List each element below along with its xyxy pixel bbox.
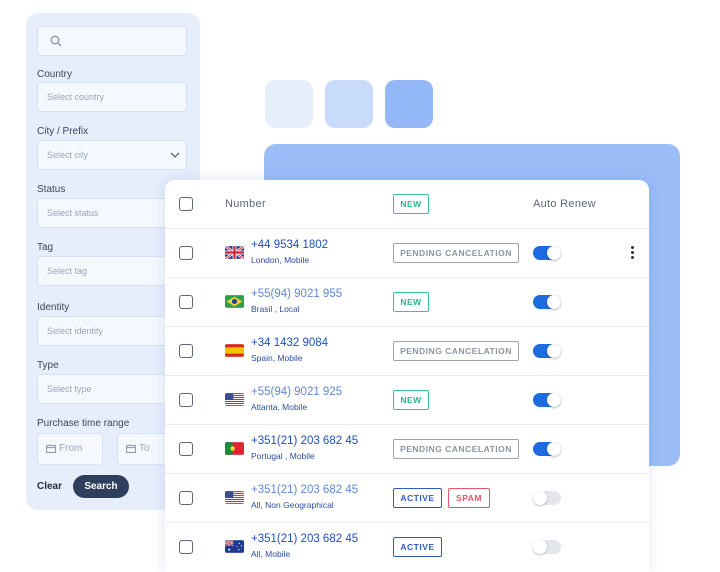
decor-square-light bbox=[265, 80, 313, 128]
flag-uk-icon bbox=[225, 246, 244, 259]
table-row: +55(94) 9021 955 Brasil , Local NEW bbox=[165, 278, 649, 327]
select-all-checkbox[interactable] bbox=[179, 197, 193, 211]
city-select[interactable]: Select city bbox=[37, 140, 187, 170]
row-checkbox[interactable] bbox=[179, 540, 193, 554]
table-row: +351(21) 203 682 45 All, Non Geographical… bbox=[165, 474, 649, 523]
flag-us-icon bbox=[225, 393, 244, 406]
row-checkbox[interactable] bbox=[179, 442, 193, 456]
status-badge-pending: PENDING CANCELATION bbox=[393, 243, 519, 263]
toggle-knob bbox=[547, 344, 561, 358]
phone-number[interactable]: +351(21) 203 682 45 bbox=[251, 533, 358, 545]
auto-renew-toggle[interactable] bbox=[533, 491, 561, 505]
number-location: Portugal , Mobile bbox=[251, 451, 315, 461]
clear-button[interactable]: Clear bbox=[37, 481, 62, 492]
toggle-knob bbox=[547, 393, 561, 407]
country-select[interactable]: Select country bbox=[37, 82, 187, 112]
toggle-knob bbox=[533, 540, 547, 554]
row-checkbox[interactable] bbox=[179, 246, 193, 260]
numbers-table: Number NEW Auto Renew +44 9534 1802 Londo… bbox=[165, 180, 649, 572]
flag-es-icon bbox=[225, 344, 244, 357]
flag-us-icon bbox=[225, 491, 244, 504]
header-auto-renew: Auto Renew bbox=[533, 198, 596, 210]
date-to-placeholder: To bbox=[139, 443, 150, 454]
header-number: Number bbox=[225, 198, 266, 210]
date-from-input[interactable]: From bbox=[37, 433, 103, 465]
more-options-icon[interactable] bbox=[631, 246, 635, 260]
country-label: Country bbox=[37, 69, 73, 80]
status-label: Status bbox=[37, 184, 66, 195]
phone-number[interactable]: +55(94) 9021 925 bbox=[251, 386, 342, 398]
flag-pt-icon bbox=[225, 442, 244, 455]
number-location: Spain, Mobile bbox=[251, 353, 303, 363]
status-badge-new: NEW bbox=[393, 390, 429, 410]
header-status-badge: NEW bbox=[393, 194, 429, 214]
type-label: Type bbox=[37, 360, 59, 371]
auto-renew-toggle[interactable] bbox=[533, 393, 561, 407]
flag-au-icon bbox=[225, 540, 244, 553]
city-label: City / Prefix bbox=[37, 126, 89, 137]
status-badge-active: ACTIVE bbox=[393, 537, 442, 557]
row-checkbox[interactable] bbox=[179, 344, 193, 358]
search-input[interactable] bbox=[37, 26, 187, 56]
chevron-down-icon bbox=[170, 152, 180, 158]
toggle-knob bbox=[533, 491, 547, 505]
auto-renew-toggle[interactable] bbox=[533, 344, 561, 358]
table-row: +34 1432 9084 Spain, Mobile PENDING CANCEL… bbox=[165, 327, 649, 376]
auto-renew-toggle[interactable] bbox=[533, 295, 561, 309]
number-location: All, Non Geographical bbox=[251, 500, 334, 510]
number-location: London, Mobile bbox=[251, 255, 310, 265]
flag-br-icon bbox=[225, 295, 244, 308]
auto-renew-toggle[interactable] bbox=[533, 246, 561, 260]
phone-number[interactable]: +34 1432 9084 bbox=[251, 337, 328, 349]
tag-label: Tag bbox=[37, 242, 54, 253]
identity-label: Identity bbox=[37, 302, 70, 313]
calendar-icon bbox=[126, 444, 136, 453]
search-icon bbox=[50, 35, 62, 47]
table-row: +351(21) 203 682 45 Portugal , Mobile PEND… bbox=[165, 425, 649, 474]
table-row: +44 9534 1802 London, Mobile PENDING CANCE… bbox=[165, 229, 649, 278]
table-row: +351(21) 203 682 45 All, Mobile ACTIVE bbox=[165, 523, 649, 572]
city-placeholder: Select city bbox=[47, 150, 89, 160]
auto-renew-toggle[interactable] bbox=[533, 540, 561, 554]
number-location: Atlanta, Mobile bbox=[251, 402, 308, 412]
number-location: All, Mobile bbox=[251, 549, 291, 559]
search-button[interactable]: Search bbox=[73, 475, 129, 498]
status-badge-pending: PENDING CANCELATION bbox=[393, 439, 519, 459]
toggle-knob bbox=[547, 246, 561, 260]
purchase-range-label: Purchase time range bbox=[37, 418, 130, 429]
decor-square-mid bbox=[325, 80, 373, 128]
table-row: +55(94) 9021 925 Atlanta, Mobile NEW bbox=[165, 376, 649, 425]
number-location: Brasil , Local bbox=[251, 304, 300, 314]
decor-square-dark bbox=[385, 80, 433, 128]
toggle-knob bbox=[547, 295, 561, 309]
phone-number[interactable]: +44 9534 1802 bbox=[251, 239, 328, 251]
auto-renew-toggle[interactable] bbox=[533, 442, 561, 456]
status-badge-new: NEW bbox=[393, 292, 429, 312]
date-from-placeholder: From bbox=[59, 443, 83, 454]
row-checkbox[interactable] bbox=[179, 393, 193, 407]
phone-number[interactable]: +55(94) 9021 955 bbox=[251, 288, 342, 300]
phone-number[interactable]: +351(21) 203 682 45 bbox=[251, 435, 358, 447]
status-badge-pending: PENDING CANCELATION bbox=[393, 341, 519, 361]
status-badge-active: ACTIVE bbox=[393, 488, 442, 508]
table-header: Number NEW Auto Renew bbox=[165, 180, 649, 229]
status-badge-spam: SPAM bbox=[448, 488, 490, 508]
phone-number[interactable]: +351(21) 203 682 45 bbox=[251, 484, 358, 496]
toggle-knob bbox=[547, 442, 561, 456]
row-checkbox[interactable] bbox=[179, 295, 193, 309]
row-checkbox[interactable] bbox=[179, 491, 193, 505]
calendar-icon bbox=[46, 444, 56, 453]
